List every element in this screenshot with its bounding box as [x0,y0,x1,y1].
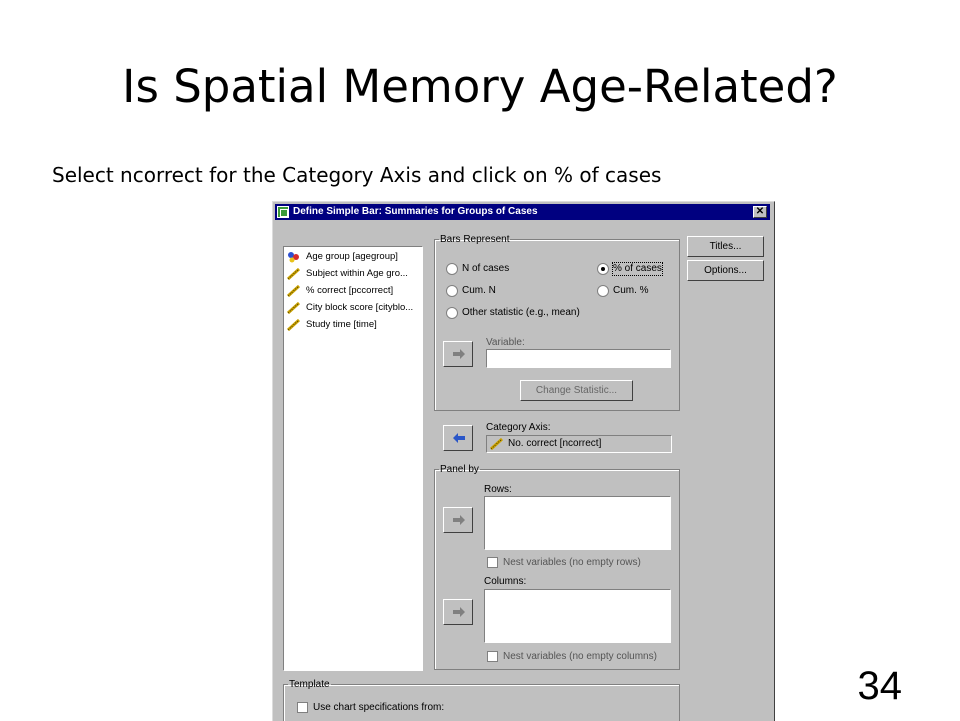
variable-move-button[interactable] [443,341,473,367]
category-axis-move-button[interactable] [443,425,473,451]
slide-title: Is Spatial Memory Age-Related? [122,60,838,113]
scale-variable-icon [287,319,301,331]
radio-dot[interactable] [446,285,458,297]
checkbox-box[interactable] [297,702,308,713]
checkbox-label: Nest variables (no empty rows) [503,557,641,568]
change-statistic-button[interactable]: Change Statistic... [520,380,633,401]
checkbox-label: Nest variables (no empty columns) [503,651,657,662]
right-arrow-icon [453,607,465,617]
scale-variable-icon [490,438,504,450]
radio-dot[interactable] [446,263,458,275]
template-group: Template [283,679,680,721]
variable-field[interactable] [486,349,671,368]
right-arrow-icon [453,349,465,359]
columns-list[interactable] [484,589,671,643]
scale-variable-icon [287,268,301,280]
variable-field-label: Variable: [486,337,525,348]
variable-label: Age group [agegroup] [306,251,398,262]
options-button[interactable]: Options... [687,260,764,281]
radio-label: Cum. N [462,285,496,296]
variable-label: City block score [cityblo... [306,302,414,313]
radio-label: % of cases [612,262,663,276]
radio-dot[interactable] [597,285,609,297]
variable-label: Subject within Age gro... [306,268,408,279]
close-button[interactable]: ✕ [753,206,767,218]
rows-move-button[interactable] [443,507,473,533]
define-simple-bar-dialog: Define Simple Bar: Summaries for Groups … [272,201,775,721]
checkbox-box[interactable] [487,651,498,662]
slide-subtitle: Select ncorrect for the Category Axis an… [52,163,662,187]
chart-app-icon [277,206,289,218]
rows-list[interactable] [484,496,671,550]
radio-label: Cum. % [613,285,649,296]
rows-label: Rows: [484,484,512,495]
radio-dot-selected[interactable] [597,263,609,275]
category-axis-label: Category Axis: [486,422,551,433]
dialog-titlebar[interactable]: Define Simple Bar: Summaries for Groups … [275,204,770,220]
variable-label: Study time [time] [306,319,377,330]
scale-variable-icon [287,302,301,314]
checkbox-box[interactable] [487,557,498,568]
variable-list[interactable]: Age group [agegroup] Subject within Age … [283,246,423,671]
columns-label: Columns: [484,576,527,587]
variable-label: % correct [pccorrect] [306,285,394,296]
category-axis-field[interactable]: No. correct [ncorrect] [486,435,672,453]
scale-variable-icon [287,285,301,297]
radio-label: Other statistic (e.g., mean) [462,307,580,318]
radio-dot[interactable] [446,307,458,319]
panel-by-legend: Panel by [440,464,479,475]
titles-button[interactable]: Titles... [687,236,764,257]
checkbox-label: Use chart specifications from: [313,702,445,713]
right-arrow-icon [453,515,465,525]
template-legend: Template [289,679,330,690]
nominal-variable-icon [288,252,299,263]
page-number: 34 [857,664,903,708]
category-axis-value: No. correct [ncorrect] [508,438,602,449]
dialog-title: Define Simple Bar: Summaries for Groups … [293,206,538,217]
columns-move-button[interactable] [443,599,473,625]
left-arrow-icon [453,433,465,443]
radio-label: N of cases [462,263,510,274]
bars-represent-legend: Bars Represent [440,234,510,245]
